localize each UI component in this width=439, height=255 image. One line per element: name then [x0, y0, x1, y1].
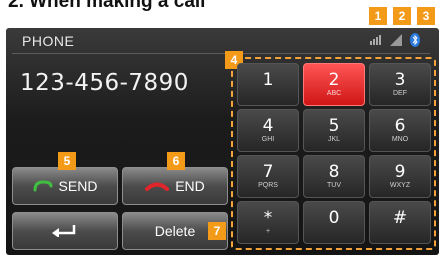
key-digit: 6: [394, 116, 406, 136]
key-letters: MNO: [391, 136, 409, 143]
key-digit: 2: [328, 70, 340, 90]
key-digit: 7: [262, 162, 274, 182]
end-label: END: [175, 178, 205, 194]
key-6[interactable]: 6 MNO: [369, 109, 431, 152]
battery-icon: [389, 33, 403, 47]
key-1[interactable]: 1: [237, 63, 299, 106]
key-digit: 8: [328, 162, 340, 182]
key-letters: JKL: [327, 136, 341, 143]
callout-6: 6: [167, 152, 185, 170]
key-letters: DEF: [393, 90, 407, 97]
send-label: SEND: [58, 178, 98, 194]
end-button[interactable]: END: [122, 167, 228, 205]
key-star[interactable]: * +: [237, 201, 299, 244]
dialed-number: 123-456-7890: [20, 70, 189, 96]
title-divider: [12, 53, 430, 54]
callout-7: 7: [208, 222, 226, 240]
back-arrow-icon: [52, 223, 78, 240]
callout-5: 5: [58, 152, 76, 170]
call-end-icon: [145, 180, 170, 192]
send-button[interactable]: SEND: [12, 167, 118, 205]
key-digit: *: [263, 208, 273, 228]
key-letters: ABC: [326, 90, 342, 97]
callout-2: 2: [393, 7, 411, 25]
back-button[interactable]: [12, 212, 118, 250]
callout-3: 3: [417, 7, 435, 25]
bluetooth-icon: [408, 33, 422, 47]
key-letters: +: [265, 228, 271, 235]
key-letters: GHI: [261, 136, 275, 143]
key-letters: TUV: [327, 182, 341, 189]
delete-label: Delete: [154, 223, 196, 239]
section-heading: 2. When making a call: [8, 0, 206, 12]
key-9[interactable]: 9 WXYZ: [369, 155, 431, 198]
signal-strength-icon: [370, 33, 384, 47]
key-0[interactable]: 0: [303, 201, 365, 244]
key-hash[interactable]: #: [369, 201, 431, 244]
key-digit: 3: [394, 70, 406, 90]
key-digit: #: [392, 208, 408, 228]
key-digit: 9: [394, 162, 406, 182]
key-4[interactable]: 4 GHI: [237, 109, 299, 152]
key-2[interactable]: 2 ABC: [303, 63, 365, 106]
callout-1: 1: [369, 7, 387, 25]
key-digit: 0: [328, 208, 340, 228]
key-letters: PQRS: [258, 182, 278, 189]
call-send-icon: [33, 180, 53, 192]
key-digit: 4: [262, 116, 274, 136]
key-3[interactable]: 3 DEF: [369, 63, 431, 106]
key-letters: WXYZ: [389, 182, 411, 189]
key-digit: 1: [262, 70, 274, 90]
status-bar: [370, 30, 422, 50]
screen-title: PHONE: [22, 33, 75, 49]
key-5[interactable]: 5 JKL: [303, 109, 365, 152]
key-7[interactable]: 7 PQRS: [237, 155, 299, 198]
key-8[interactable]: 8 TUV: [303, 155, 365, 198]
key-digit: 5: [328, 116, 340, 136]
